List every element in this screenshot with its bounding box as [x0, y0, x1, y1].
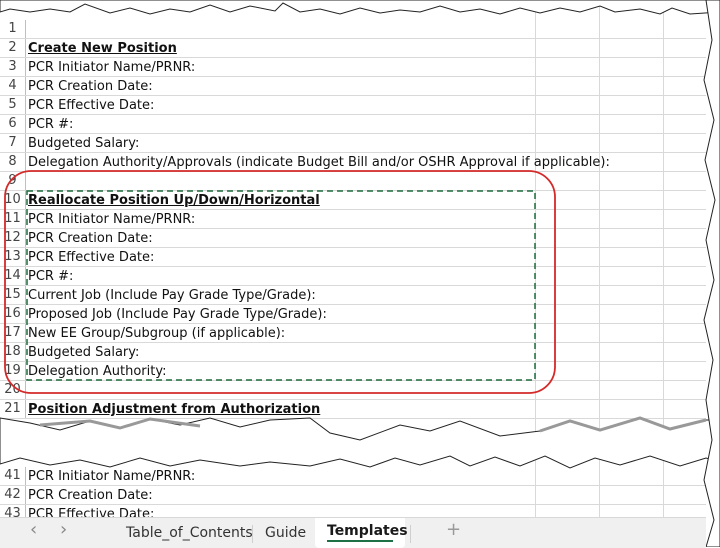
row-header[interactable]: 43	[0, 505, 26, 517]
sheet-row: 15 Current Job (Include Pay Grade Type/Gr…	[0, 286, 706, 305]
row-header[interactable]: 3	[0, 58, 26, 76]
tab-table-of-contents[interactable]: Table_of_Contents	[126, 524, 253, 542]
sheet-row: 12 PCR Creation Date:	[0, 229, 706, 248]
sheet-tab-bar: ‹ › Table_of_Contents Guide Templates +	[0, 517, 706, 548]
tab-templates[interactable]: Templates	[315, 518, 408, 548]
sheet-row: 13 PCR Effective Date:	[0, 248, 706, 267]
sheet-row: 17 New EE Group/Subgroup (if applicable):	[0, 324, 706, 343]
worksheet-top-section: 1 2 Create New Position 3 PCR Initiator Name…	[0, 0, 706, 440]
sheet-row: 10 Reallocate Position Up/Down/Horizontal	[0, 191, 706, 210]
sheet-row: 42 PCR Creation Date:	[0, 486, 706, 505]
cell-a[interactable]: Current Job (Include Pay Grade Type/Grad…	[28, 286, 316, 304]
sheet-row: 16 Proposed Job (Include Pay Grade Type/G…	[0, 305, 706, 324]
cell-a[interactable]: PCR Creation Date:	[28, 229, 153, 247]
cell-a[interactable]: Delegation Authority/Approvals (indicate…	[28, 153, 610, 171]
cell-a[interactable]: PCR Initiator Name/PRNR:	[28, 467, 195, 485]
cell-a[interactable]: Create New Position	[28, 39, 177, 57]
row-header[interactable]: 19	[0, 362, 26, 380]
cell-a[interactable]: Budgeted Salary:	[28, 343, 139, 361]
sheet-row: 5 PCR Effective Date:	[0, 96, 706, 115]
sheet-row: 2 Create New Position	[0, 39, 706, 58]
cell-a[interactable]: PCR Effective Date:	[28, 248, 154, 266]
sheet-row: 20	[0, 381, 706, 400]
sheet-row: 41 PCR Initiator Name/PRNR:	[0, 467, 706, 486]
row-header[interactable]: 4	[0, 77, 26, 95]
sheet-row: 8 Delegation Authority/Approvals (indicat…	[0, 153, 706, 172]
sheet-row: 6 PCR #:	[0, 115, 706, 134]
sheet-row: 19 Delegation Authority:	[0, 362, 706, 381]
next-sheet-icon[interactable]: ›	[60, 521, 67, 539]
cell-a[interactable]: PCR Creation Date:	[28, 77, 153, 95]
cell-a[interactable]: PCR Initiator Name/PRNR:	[28, 58, 195, 76]
row-header[interactable]: 20	[0, 381, 26, 399]
sheet-row: 7 Budgeted Salary:	[0, 134, 706, 153]
sheet-row: 1	[0, 20, 706, 39]
add-sheet-icon[interactable]: +	[446, 521, 461, 539]
row-header[interactable]: 5	[0, 96, 26, 114]
cell-a[interactable]: PCR Effective Date:	[28, 505, 154, 517]
cell-a[interactable]: Budgeted Salary:	[28, 134, 139, 152]
row-header[interactable]: 12	[0, 229, 26, 247]
row-header[interactable]: 10	[0, 191, 26, 209]
row-header[interactable]: 16	[0, 305, 26, 323]
row-header[interactable]: 7	[0, 134, 26, 152]
row-header[interactable]: 6	[0, 115, 26, 133]
sheet-row: 11 PCR Initiator Name/PRNR:	[0, 210, 706, 229]
cell-a[interactable]: Position Adjustment from Authorization	[28, 400, 320, 418]
sheet-row: 14 PCR #:	[0, 267, 706, 286]
row-header[interactable]: 41	[0, 467, 26, 485]
cell-a[interactable]: PCR Initiator Name/PRNR:	[28, 210, 195, 228]
sheet-row: 9	[0, 172, 706, 191]
row-header[interactable]: 1	[0, 20, 26, 38]
row-header[interactable]: 17	[0, 324, 26, 342]
sheet-row: 18 Budgeted Salary:	[0, 343, 706, 362]
row-header[interactable]: 8	[0, 153, 26, 171]
row-header[interactable]: 18	[0, 343, 26, 361]
previous-sheet-icon[interactable]: ‹	[30, 521, 37, 539]
cell-a[interactable]: PCR Effective Date:	[28, 96, 154, 114]
sheet-row: 21 Position Adjustment from Authorization	[0, 400, 706, 419]
cell-a[interactable]: Proposed Job (Include Pay Grade Type/Gra…	[28, 305, 327, 323]
row-header[interactable]: 11	[0, 210, 26, 228]
row-header[interactable]: 21	[0, 400, 26, 418]
row-header[interactable]: 15	[0, 286, 26, 304]
cell-a[interactable]: PCR #:	[28, 115, 73, 133]
row-header[interactable]: 9	[0, 172, 26, 190]
cell-a[interactable]: PCR #:	[28, 267, 73, 285]
sheet-row: 3 PCR Initiator Name/PRNR:	[0, 58, 706, 77]
row-header[interactable]: 14	[0, 267, 26, 285]
row-header[interactable]: 42	[0, 486, 26, 504]
torn-edge-right	[703, 0, 720, 547]
sheet-row: 4 PCR Creation Date:	[0, 77, 706, 96]
cell-a[interactable]: PCR Creation Date:	[28, 486, 153, 504]
cell-a[interactable]: New EE Group/Subgroup (if applicable):	[28, 324, 285, 342]
sheet-row: 43 PCR Effective Date:	[0, 505, 706, 517]
cell-a[interactable]: Delegation Authority:	[28, 362, 166, 380]
worksheet-bottom-section: 41 PCR Initiator Name/PRNR: 42 PCR Creation…	[0, 450, 706, 517]
tab-guide[interactable]: Guide	[265, 524, 306, 542]
tab-templates-label: Templates	[327, 523, 408, 539]
row-header[interactable]: 2	[0, 39, 26, 57]
cell-a[interactable]: Reallocate Position Up/Down/Horizontal	[28, 191, 320, 209]
row-header[interactable]: 13	[0, 248, 26, 266]
